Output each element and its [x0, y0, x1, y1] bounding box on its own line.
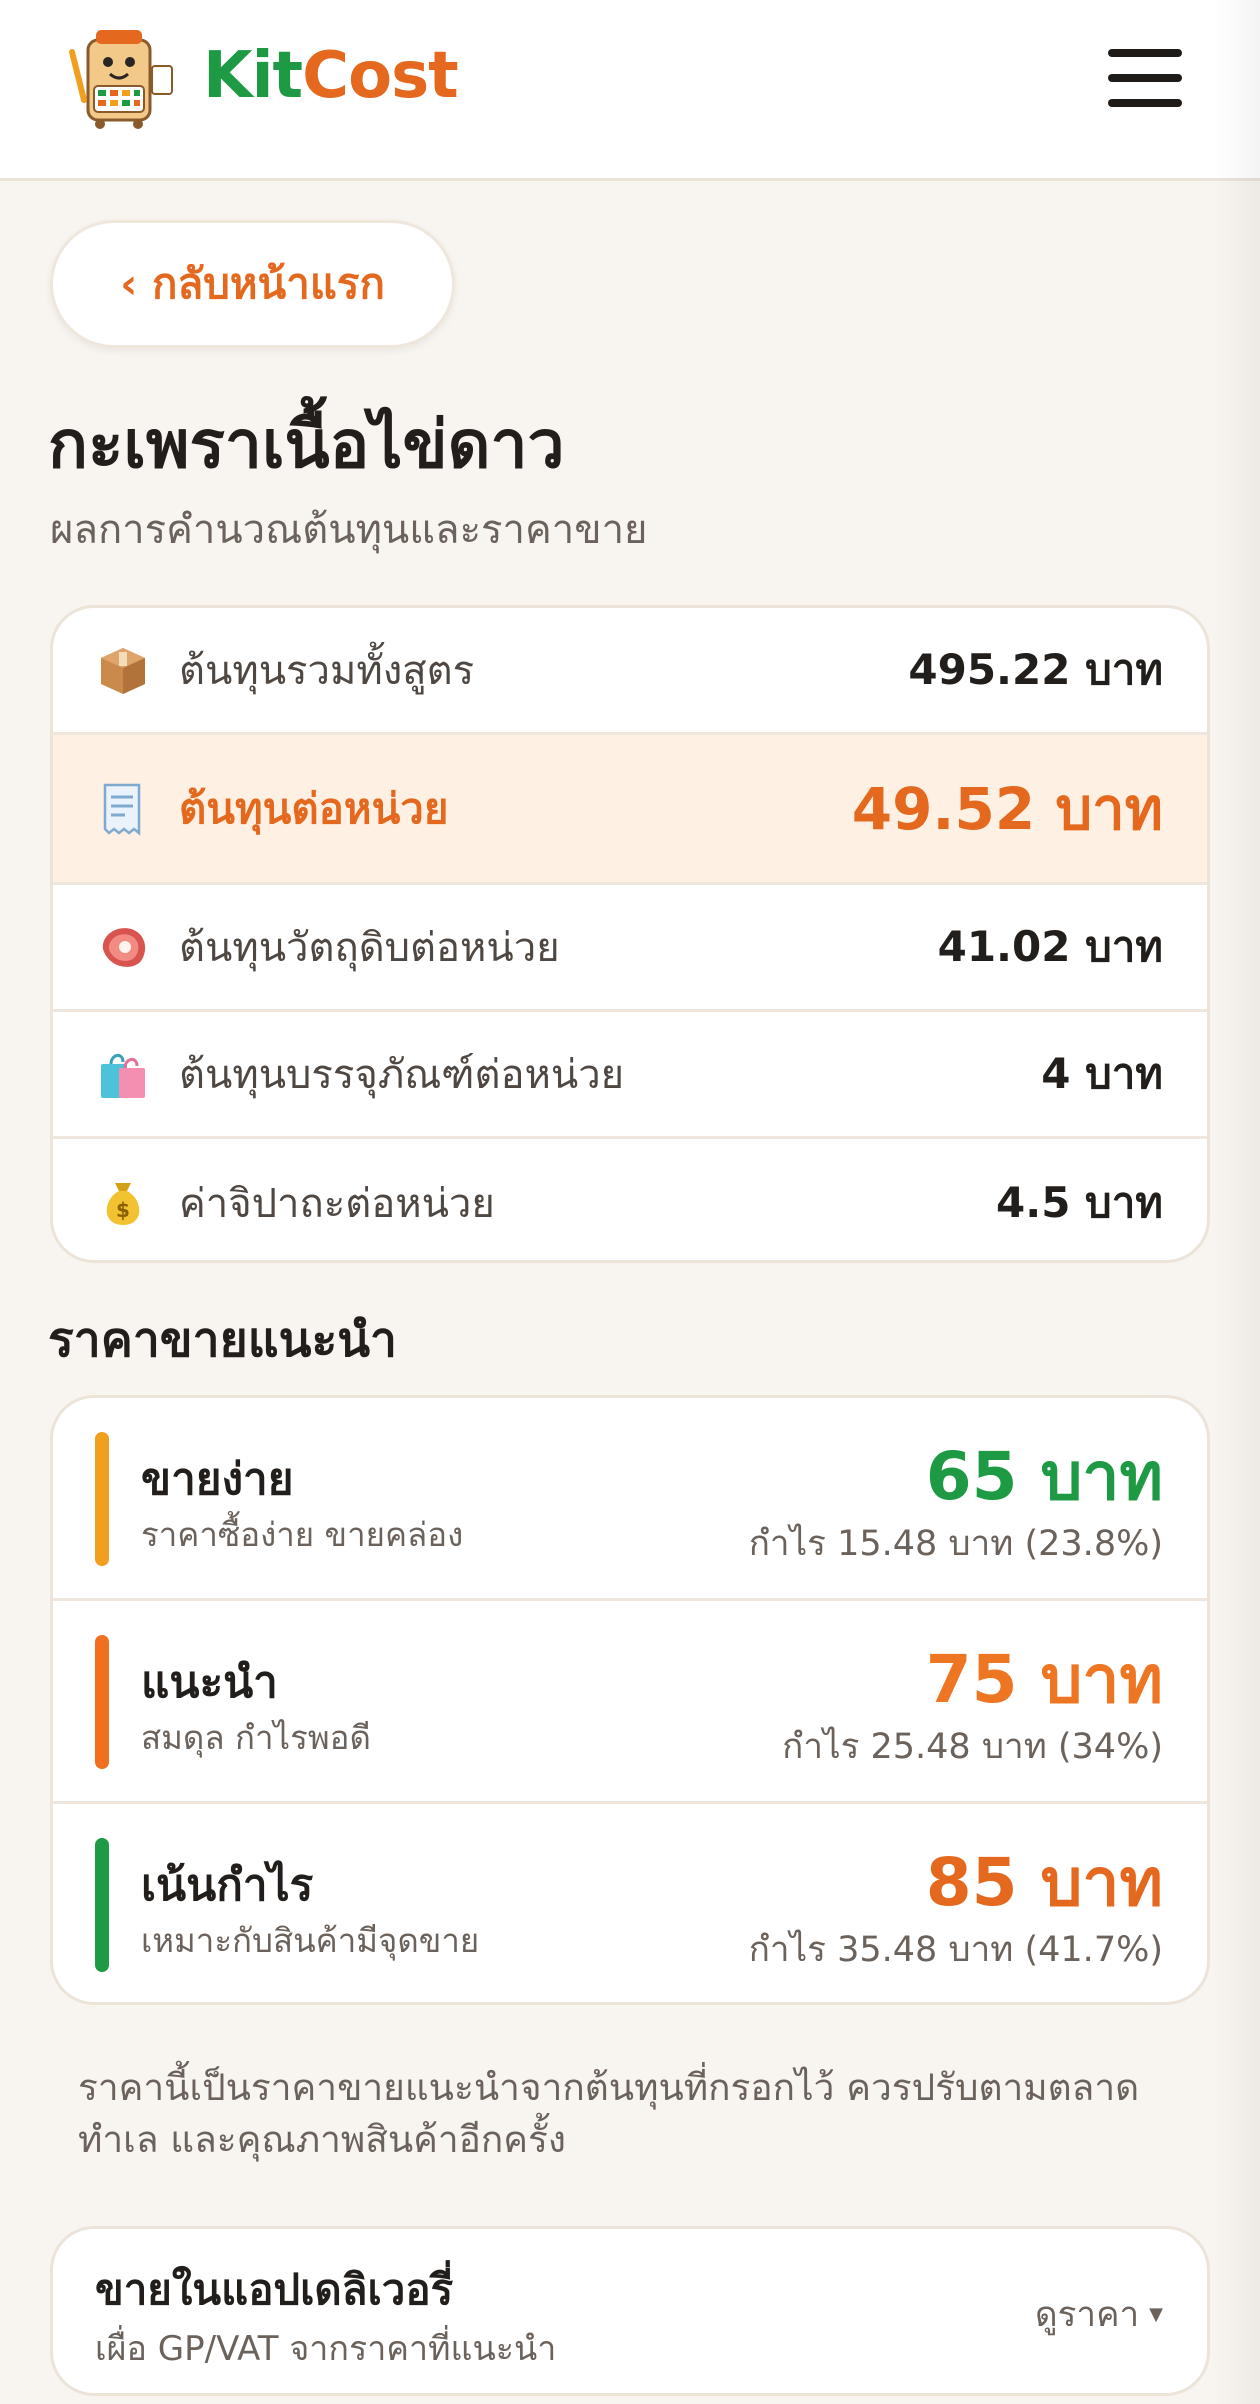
tier-profit: กำไร 25.48 บาท (34%)	[782, 1727, 1163, 1767]
delivery-app-pricing-card[interactable]: ขายในแอปเดลิเวอรี่ เผื่อ GP/VAT จากราคาท…	[50, 2226, 1210, 2396]
cost-value: 41.02 บาท	[937, 922, 1163, 971]
cost-summary-card: ต้นทุนรวมทั้งสูตร 495.22 บาท ต้นทุนต่อหน…	[50, 605, 1210, 1263]
page-title: กะเพราเนื้อไข่ดาว	[48, 406, 565, 483]
app-header: KitCost	[0, 0, 1260, 181]
package-icon	[95, 642, 151, 698]
brand-name-part1: Kit	[203, 39, 303, 113]
cost-label: ต้นทุนบรรจุภัณฑ์ต่อหน่วย	[179, 1052, 625, 1098]
hamburger-menu-icon[interactable]	[1108, 46, 1184, 110]
meat-icon	[95, 919, 151, 975]
delivery-card-title: ขายในแอปเดลิเวอรี่	[95, 2265, 454, 2314]
cost-label: ค่าจิปาถะต่อหน่วย	[179, 1180, 495, 1227]
suggested-price-card: ขายง่าย ราคาซื้อง่าย ขายคล่อง 65 บาท กำไ…	[50, 1395, 1210, 2005]
cost-row-packaging: ต้นทุนบรรจุภัณฑ์ต่อหน่วย 4 บาท	[53, 1012, 1207, 1139]
kitcost-mascot-logo-icon[interactable]	[60, 22, 180, 132]
brand-name[interactable]: KitCost	[203, 36, 459, 116]
price-tier-easy-sell[interactable]: ขายง่าย ราคาซื้อง่าย ขายคล่อง 65 บาท กำไ…	[53, 1398, 1207, 1601]
cost-row-total: ต้นทุนรวมทั้งสูตร 495.22 บาท	[53, 608, 1207, 735]
tier-price: 65 บาท	[925, 1438, 1163, 1515]
svg-text:$: $	[116, 1198, 130, 1222]
tier-color-bar	[95, 1838, 109, 1972]
pricing-disclaimer-note: ราคานี้เป็นราคาขายแนะนำจากต้นทุนที่กรอกไ…	[78, 2066, 1140, 2161]
shopping-bag-icon	[95, 1046, 151, 1102]
delivery-card-subtitle: เผื่อ GP/VAT จากราคาที่แนะนำ	[95, 2329, 557, 2369]
money-bag-icon: $	[95, 1175, 151, 1231]
price-tier-recommended[interactable]: แนะนำ สมดุล กำไรพอดี 75 บาท กำไร 25.48 บ…	[53, 1601, 1207, 1804]
tier-name: ขายง่าย	[141, 1454, 294, 1505]
tier-profit: กำไร 15.48 บาท (23.8%)	[748, 1524, 1163, 1564]
tier-price: 75 บาท	[925, 1641, 1163, 1718]
cost-label: ต้นทุนรวมทั้งสูตร	[179, 648, 475, 694]
cost-row-per-unit: ต้นทุนต่อหน่วย 49.52 บาท	[53, 735, 1207, 885]
cost-row-misc: $ ค่าจิปาถะต่อหน่วย 4.5 บาท	[53, 1139, 1207, 1260]
scroll-edge-shadow	[1212, 0, 1260, 2404]
view-price-toggle[interactable]: ดูราคา ▼	[1035, 2287, 1163, 2342]
tier-description: สมดุล กำไรพอดี	[141, 1718, 371, 1757]
cost-value: 49.52 บาท	[851, 775, 1163, 843]
tier-color-bar	[95, 1635, 109, 1769]
suggested-price-heading: ราคาขายแนะนำ	[48, 1312, 397, 1368]
cost-label: ต้นทุนวัตถุดิบต่อหน่วย	[179, 925, 560, 971]
tier-name: แนะนำ	[141, 1657, 278, 1708]
back-home-button[interactable]: ‹ กลับหน้าแรก	[50, 220, 455, 348]
brand-name-part2: Cost	[302, 39, 459, 113]
tier-description: ราคาซื้อง่าย ขายคล่อง	[141, 1515, 464, 1554]
caret-down-icon: ▼	[1149, 2304, 1163, 2325]
tier-price: 85 บาท	[925, 1844, 1163, 1921]
cost-row-ingredients: ต้นทุนวัตถุดิบต่อหน่วย 41.02 บาท	[53, 885, 1207, 1012]
tier-name: เน้นกำไร	[141, 1860, 314, 1911]
view-price-label: ดูราคา	[1034, 2295, 1140, 2335]
price-tier-profit-focus[interactable]: เน้นกำไร เหมาะกับสินค้ามีจุดขาย 85 บาท ก…	[53, 1804, 1207, 2002]
page-subtitle: ผลการคำนวณต้นทุนและราคาขาย	[50, 507, 648, 553]
cost-value: 4.5 บาท	[996, 1177, 1163, 1227]
cost-label: ต้นทุนต่อหน่วย	[179, 783, 449, 833]
tier-description: เหมาะกับสินค้ามีจุดขาย	[141, 1921, 480, 1960]
tier-profit: กำไร 35.48 บาท (41.7%)	[748, 1930, 1163, 1970]
cost-value: 495.22 บาท	[908, 645, 1163, 694]
cost-value: 4 บาท	[1041, 1049, 1163, 1098]
receipt-icon	[95, 781, 151, 837]
tier-color-bar	[95, 1432, 109, 1566]
